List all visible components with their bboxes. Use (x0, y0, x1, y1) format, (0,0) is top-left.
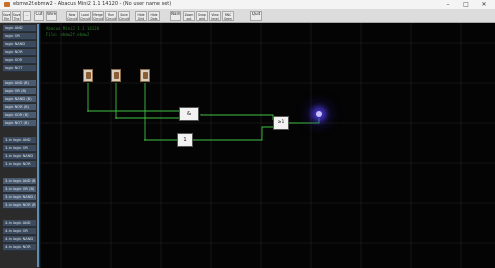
window-title: ebmw2f.ebmw2 - Abacus Mini2 1.1 14120 - … (13, 1, 172, 7)
toolbar: Save File Save The … Cut Wire New Circuit L… (0, 10, 495, 23)
toolbar-button-rnc-seen[interactable]: RNC Seen (222, 11, 234, 21)
input-switch-2[interactable] (111, 69, 121, 82)
circuit-canvas[interactable]: Abacus Mini2 1.1 14120 File: ebmw2f.ebmw… (41, 23, 495, 268)
palette-item[interactable]: 3-in logic NAND (B) (3, 194, 36, 201)
and-gate[interactable]: & (179, 107, 199, 121)
title-bar: ebmw2f.ebmw2 - Abacus Mini2 1.1 14120 - … (0, 0, 495, 10)
palette-item[interactable]: logic NOT (B) (3, 120, 36, 127)
toolbar-button-hide-grid[interactable]: Hide Grid (135, 11, 147, 21)
app-icon (4, 2, 10, 7)
palette-item[interactable]: logic NAND (3, 41, 36, 48)
palette-item[interactable]: 3-in logic AND (3, 137, 36, 144)
palette-item[interactable]: logic XOR (B) (3, 112, 36, 119)
switch-toggle-icon (143, 72, 148, 79)
or-gate[interactable]: ≥1 (273, 116, 289, 130)
toolbar-button-hide-dots[interactable]: Hide Dots (148, 11, 160, 21)
palette-item[interactable]: 4-in logic NAND (3, 236, 36, 243)
palette-item[interactable]: 3-in logic NOR (B) (3, 202, 36, 209)
toolbar-button-wire[interactable]: Wire (46, 11, 57, 21)
palette-item[interactable]: 3-in logic OR (3, 145, 36, 152)
toolbar-button-save-circuit[interactable]: Save Circuit (118, 11, 130, 21)
palette-item[interactable]: 4-in logic NOR (3, 244, 36, 251)
palette-item[interactable]: logic XOR (3, 57, 36, 64)
palette-item[interactable]: logic NAND (B) (3, 96, 36, 103)
minimize-button[interactable]: – (441, 0, 455, 9)
buffer-gate[interactable]: 1 (177, 133, 193, 147)
palette-item[interactable]: logic OR (B) (3, 88, 36, 95)
component-palette: logic AND logic OR logic NAND logic NOR … (0, 23, 41, 268)
palette-item[interactable]: logic NOR (3, 49, 36, 56)
maximize-button[interactable]: □ (459, 0, 473, 9)
input-switch-1[interactable] (83, 69, 93, 82)
toolbar-button-quit[interactable]: Quit (250, 11, 262, 21)
toolbar-button-zoom-out[interactable]: Zoom out (183, 11, 195, 21)
palette-item[interactable]: 3-in logic OR (B) (3, 186, 36, 193)
toolbar-button-new-circuit[interactable]: New Circuit (66, 11, 78, 21)
switch-toggle-icon (114, 72, 119, 79)
palette-item[interactable]: logic OR (3, 33, 36, 40)
toolbar-button-run-circuit[interactable]: Run Circuit (105, 11, 117, 21)
palette-item[interactable]: 3-in logic NOR (3, 161, 36, 168)
palette-item[interactable]: logic NOT (3, 65, 36, 72)
input-switch-3[interactable] (140, 69, 150, 82)
toolbar-button-name[interactable]: Name (170, 11, 181, 21)
toolbar-button-load-circuit[interactable]: Load Circuit (79, 11, 91, 21)
palette-item[interactable]: logic AND (B) (3, 80, 36, 87)
wires (87, 83, 320, 141)
close-button[interactable]: ✕ (477, 0, 491, 9)
toolbar-button-view-level[interactable]: View level (209, 11, 221, 21)
toolbar-button-save-file[interactable]: Save File (2, 11, 11, 21)
toolbar-button-more[interactable]: … (23, 11, 31, 21)
palette-item[interactable]: 3-in logic AND (B) (3, 178, 36, 185)
palette-item[interactable]: 4-in logic OR (3, 228, 36, 235)
switch-toggle-icon (86, 72, 91, 79)
toolbar-button-save-the[interactable]: Save The (12, 11, 21, 21)
palette-item[interactable]: logic AND (3, 25, 36, 32)
output-lamp[interactable] (316, 111, 322, 117)
toolbar-button-snap-grid[interactable]: Snap grid (196, 11, 208, 21)
toolbar-button-merge-circuit[interactable]: Merge Circuit (92, 11, 104, 21)
toolbar-button-cut[interactable]: Cut (34, 11, 44, 21)
palette-scrollbar[interactable] (37, 24, 39, 267)
palette-item[interactable]: 3-in logic NAND (3, 153, 36, 160)
palette-item[interactable]: 4-in logic AND (3, 220, 36, 227)
palette-item[interactable]: logic NOR (B) (3, 104, 36, 111)
